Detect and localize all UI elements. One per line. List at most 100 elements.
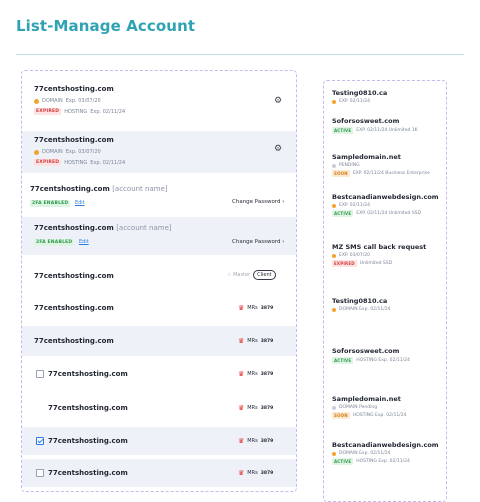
mrs-count: 3879 <box>260 405 274 411</box>
compact-name: Sampledomain.net <box>332 153 401 161</box>
status-badge: ACTIVE <box>332 458 354 465</box>
compact-sub: ACTIVE EXP. 02/11/24 Unlimited SSD <box>332 210 444 217</box>
account-name: 77centshosting.com <box>48 404 128 412</box>
master-label: Master <box>233 272 251 278</box>
domain-dot-icon <box>34 149 39 155</box>
compact-item[interactable]: Sampledomain.net DOMAIN Pending SOON HOST… <box>332 395 444 419</box>
compact-name: Testing0810.ca <box>332 89 388 97</box>
status-badge: ACTIVE <box>332 357 354 364</box>
mrs-count: 3879 <box>260 305 274 311</box>
compact-line: DOMAIN Exp. 02/11/24 <box>339 451 391 456</box>
status-badge: SOON <box>332 170 350 177</box>
mrs-indicator: ♛ MRs 3879 <box>238 370 273 378</box>
mrs-label: MRs <box>247 405 258 411</box>
compact-line: EXP. 02/11/24 <box>339 203 371 208</box>
compact-name: Sampledomain.net <box>332 395 401 403</box>
mrs-row: 77centshosting.com ♛ MRs 3879 <box>22 359 296 389</box>
mrs-row: 77centshosting.com ♛ MRs 3879 <box>22 427 296 455</box>
compact-line: HOSTING Exp. 02/11/24 <box>352 413 407 418</box>
compact-sub: DOMAIN Exp. 02/11/24 <box>332 307 444 312</box>
mrs-label: MRs <box>247 438 258 444</box>
account-name: 77centshosting.com <box>34 337 114 345</box>
account-name: 77centshosting.com <box>34 85 114 93</box>
compact-sub: DOMAIN Pending <box>332 405 444 410</box>
mrs-row: 77centshosting.com ♛ MRs 3879 <box>22 393 296 423</box>
twofa-row: 2FA ENABLED Edit <box>30 200 85 207</box>
compact-item[interactable]: Bestcanadianwebdesign.com EXP. 02/11/24 … <box>332 193 444 217</box>
account-name: 77centshosting.com <box>48 469 128 477</box>
domain-label: DOMAIN <box>42 98 63 104</box>
compact-sub: EXP. 02/11/24 <box>332 99 444 104</box>
compact-item[interactable]: Soforsosweet.com ACTIVE EXP. 02/11/24 Unl… <box>332 117 444 134</box>
account-name: 77centshosting.com <box>48 370 128 378</box>
status-dot-icon <box>332 163 336 168</box>
compact-name: Bestcanadianwebdesign.com <box>332 193 439 201</box>
compact-item[interactable]: Bestcanadianwebdesign.com DOMAIN Exp. 02… <box>332 441 444 465</box>
domain-label: DOMAIN <box>42 149 63 155</box>
compact-line: HOSTING Exp. 02/11/24 <box>356 358 410 363</box>
compact-item[interactable]: Sampledomain.net PENDING SOON EXP. 02/11/… <box>332 153 444 177</box>
account-name-placeholder: [account name] <box>112 185 168 193</box>
mrs-label: MRs <box>247 305 258 311</box>
twofa-badge: 2FA ENABLED <box>34 239 75 246</box>
account-name-placeholder: [account name] <box>116 224 172 232</box>
account-card[interactable]: 77centshosting.com DOMAIN Exp. 03/07/20 … <box>22 131 296 173</box>
account-name: 77centshosting.com <box>34 272 114 280</box>
change-password-link[interactable]: Change Password › <box>232 239 284 245</box>
domain-status: DOMAIN Exp. 03/07/20 <box>34 149 101 155</box>
hosting-exp: Exp. 02/11/24 <box>90 108 126 115</box>
hosting-label: HOSTING <box>64 159 88 166</box>
gear-icon[interactable]: ⚙ <box>274 144 282 154</box>
compact-item[interactable]: Soforsosweet.com ACTIVE HOSTING Exp. 02/1… <box>332 347 444 364</box>
compact-item[interactable]: Testing0810.ca EXP. 02/11/24 <box>332 89 444 104</box>
mrs-count: 3879 <box>260 438 274 444</box>
mrs-indicator: ♛ MRs 3879 <box>238 304 273 312</box>
row-checkbox[interactable] <box>36 437 44 445</box>
row-checkbox[interactable] <box>36 469 44 477</box>
twofa-badge: 2FA ENABLED <box>30 200 71 207</box>
mrs-count: 3879 <box>260 371 274 377</box>
compact-account-panel: Testing0810.ca EXP. 02/11/24 Soforsoswee… <box>323 80 447 502</box>
status-badge: EXPIRED <box>332 260 357 267</box>
compact-sub: PENDING <box>332 163 444 168</box>
account-list-panel: 77centshosting.com DOMAIN Exp. 03/07/20 … <box>21 70 297 492</box>
status-badge: SOON <box>332 412 350 419</box>
user-name: 77centshosting.com [account name] <box>30 185 168 193</box>
compact-sub: EXPIRED Unlimited SSD <box>332 260 444 267</box>
status-dot-icon <box>332 405 336 410</box>
compact-line: EXP. 02/11/24 Business Enterprise <box>352 171 430 176</box>
status-dot-icon <box>332 203 336 208</box>
page-title: List-Manage Account <box>16 17 196 35</box>
row-checkbox[interactable] <box>36 370 44 378</box>
change-password-link[interactable]: Change Password › <box>232 199 284 205</box>
compact-sub: ACTIVE HOSTING Exp. 02/11/24 <box>332 357 444 364</box>
account-card[interactable]: 77centshosting.com DOMAIN Exp. 03/07/20 … <box>22 81 296 129</box>
compact-sub: EXP. 02/11/24 <box>332 203 444 208</box>
compact-sub: ACTIVE HOSTING Exp. 02/11/24 <box>332 458 444 465</box>
client-button[interactable]: Client <box>253 270 276 280</box>
crown-icon: ♛ <box>238 437 245 445</box>
status-dot-icon <box>332 253 336 258</box>
mrs-label: MRs <box>247 371 258 377</box>
status-dot-icon <box>332 307 336 312</box>
master-option[interactable]: ☆ Master <box>227 272 250 278</box>
domain-status: DOMAIN Exp. 03/07/20 <box>34 98 101 104</box>
gear-icon[interactable]: ⚙ <box>274 96 282 106</box>
mrs-row: 77centshosting.com ♛ MRs 3879 <box>22 326 296 356</box>
hosting-exp: Exp. 02/11/24 <box>90 159 126 166</box>
edit-link[interactable]: Edit <box>75 200 85 206</box>
mrs-count: 3879 <box>260 338 274 344</box>
edit-link[interactable]: Edit <box>79 239 89 245</box>
compact-line: EXP. 02/11/24 Unlimited SSD <box>356 211 421 216</box>
compact-item[interactable]: Testing0810.ca DOMAIN Exp. 02/11/24 <box>332 297 444 312</box>
compact-sub: DOMAIN Exp. 02/11/24 <box>332 451 444 456</box>
hosting-status: EXPIRED HOSTING Exp. 02/11/24 <box>34 108 125 115</box>
crown-icon: ♛ <box>238 469 245 477</box>
mrs-count: 3879 <box>260 470 274 476</box>
compact-name: Testing0810.ca <box>332 297 388 305</box>
mrs-indicator: ♛ MRs 3879 <box>238 437 273 445</box>
compact-sub: SOON EXP. 02/11/24 Business Enterprise <box>332 170 444 177</box>
compact-item[interactable]: MZ SMS call back request EXP. 03/07/20 E… <box>332 243 444 267</box>
status-dot-icon <box>332 99 336 104</box>
user-domain: 77centshosting.com <box>30 185 110 193</box>
